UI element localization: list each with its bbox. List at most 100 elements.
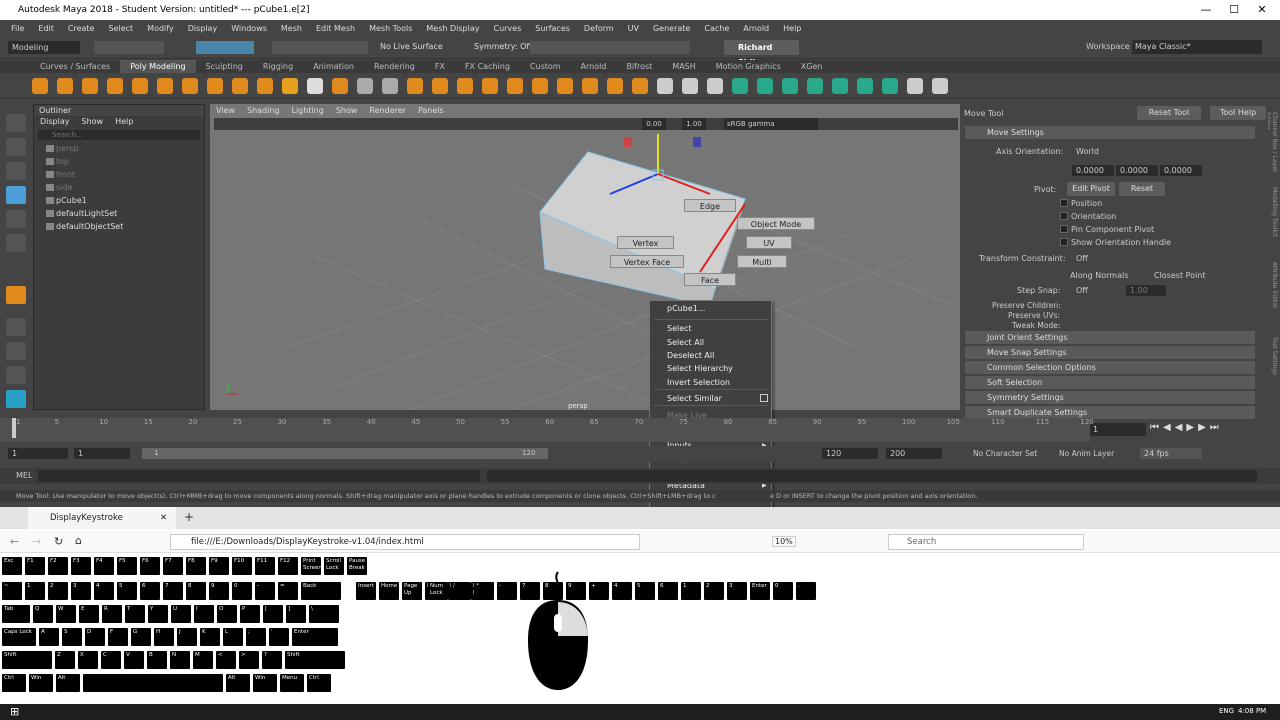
shelf-tool-icon[interactable] <box>507 78 523 94</box>
shelf-tool-icon[interactable] <box>907 78 923 94</box>
menu-item-select[interactable]: Select <box>667 324 692 333</box>
menu-display[interactable]: Display <box>181 24 225 33</box>
playback-controls[interactable]: ⏮◀◀▶▶⏭ <box>1150 422 1276 436</box>
axis-y-field[interactable]: 0.0000 <box>1116 165 1158 176</box>
shelf-tool-icon[interactable] <box>857 78 873 94</box>
browser-tab[interactable]: DisplayKeystroke ✕ <box>28 507 176 529</box>
shelf-tool-icon[interactable] <box>632 78 648 94</box>
home-icon[interactable]: ⌂ <box>75 534 82 547</box>
menu-item-select-hierarchy[interactable]: Select Hierarchy <box>667 364 733 373</box>
layout-four-icon[interactable] <box>6 342 26 360</box>
url-input[interactable]: file:///E:/Downloads/DisplayKeystroke-v1… <box>170 534 640 550</box>
closest-point-radio[interactable]: Closest Point <box>1154 271 1206 280</box>
menu-item-invert-selection[interactable]: Invert Selection <box>667 378 730 387</box>
shelf-tool-icon[interactable] <box>32 78 48 94</box>
axis-z-field[interactable]: 0.0000 <box>1160 165 1202 176</box>
reset-tool-button[interactable]: Reset Tool <box>1137 106 1201 120</box>
shelf-tab-xgen[interactable]: XGen <box>791 60 833 73</box>
menu-modify[interactable]: Modify <box>140 24 181 33</box>
menu-item-select-all[interactable]: Select All <box>667 338 704 347</box>
shelf-tab-curves-surfaces[interactable]: Curves / Surfaces <box>30 60 120 73</box>
menu-edit[interactable]: Edit <box>31 24 61 33</box>
shelf-tool-icon[interactable] <box>657 78 673 94</box>
menu-curves[interactable]: Curves <box>486 24 528 33</box>
shelf-tool-icon[interactable] <box>457 78 473 94</box>
transform-constraint-dropdown[interactable]: Off <box>1072 253 1198 264</box>
close-button[interactable]: ✕ <box>1248 0 1276 20</box>
menu-uv[interactable]: UV <box>621 24 646 33</box>
shelf-tool-icon[interactable] <box>932 78 948 94</box>
playback-start-field[interactable]: 1 <box>74 448 130 459</box>
menu-mesh-display[interactable]: Mesh Display <box>419 24 486 33</box>
playback-end-field[interactable]: 120 <box>822 448 878 459</box>
outliner-item-persp[interactable]: persp <box>34 142 204 155</box>
menu-cache[interactable]: Cache <box>697 24 736 33</box>
anim-start-field[interactable]: 1 <box>8 448 68 459</box>
shelf-tab-fx[interactable]: FX <box>425 60 455 73</box>
step-snap-value[interactable]: 1.00 <box>1126 285 1166 296</box>
mode-dropdown[interactable]: Modeling <box>8 41 80 54</box>
pin-component-checkbox[interactable] <box>1060 225 1068 233</box>
section-soft-selection[interactable]: Soft Selection <box>965 376 1255 389</box>
mel-input[interactable] <box>38 470 480 482</box>
shelf-tool-icon[interactable] <box>332 78 348 94</box>
start-icon[interactable]: ⊞ <box>10 705 19 718</box>
side-tab-attribute-editor[interactable]: Attribute Editor <box>1268 262 1278 332</box>
step-snap-dropdown[interactable]: Off <box>1072 285 1122 296</box>
zoom-indicator[interactable]: 10% <box>772 536 796 547</box>
outliner-item-defaultlightset[interactable]: defaultLightSet <box>34 207 204 220</box>
reload-icon[interactable]: ↻ <box>54 535 63 548</box>
marking-face[interactable]: Face <box>684 273 736 286</box>
axis-orientation-dropdown[interactable]: World <box>1072 146 1198 157</box>
shelf-tab-animation[interactable]: Animation <box>303 60 364 73</box>
shelf-tool-icon[interactable] <box>82 78 98 94</box>
shelf-tool-icon[interactable] <box>207 78 223 94</box>
shelf-tool-icon[interactable] <box>157 78 173 94</box>
shelf-tool-icon[interactable] <box>882 78 898 94</box>
shelf-tool-icon[interactable] <box>382 78 398 94</box>
viewport-menu-view[interactable]: View <box>210 106 241 115</box>
viewport-menu-lighting[interactable]: Lighting <box>285 106 329 115</box>
marking-vertex[interactable]: Vertex <box>617 236 674 249</box>
shelf-tool-icon[interactable] <box>607 78 623 94</box>
far-clip-field[interactable]: 1.00 <box>682 118 706 130</box>
paint-select-icon[interactable] <box>6 162 26 180</box>
show-orientation-checkbox[interactable] <box>1060 238 1068 246</box>
shelf-tab-sculpting[interactable]: Sculpting <box>196 60 253 73</box>
snap-icons[interactable] <box>272 41 368 54</box>
menu-item-deselect-all[interactable]: Deselect All <box>667 351 714 360</box>
shelf-tab-poly-modeling[interactable]: Poly Modeling <box>120 60 196 73</box>
viewport-3d[interactable]: persp <box>210 104 960 410</box>
side-tab-tool-settings[interactable]: Tool Settings <box>1268 337 1278 407</box>
user-account[interactable]: Richard Shil... <box>724 40 799 67</box>
menu-deform[interactable]: Deform <box>577 24 621 33</box>
shelf-tab-arnold[interactable]: Arnold <box>571 60 617 73</box>
side-tab-modelling-toolkit[interactable]: Modelling Toolkit <box>1268 187 1278 257</box>
section-symmetry-settings[interactable]: Symmetry Settings <box>965 391 1255 404</box>
shelf-tool-icon[interactable] <box>832 78 848 94</box>
menu-mesh-tools[interactable]: Mesh Tools <box>362 24 419 33</box>
shelf-tool-icon[interactable] <box>182 78 198 94</box>
plane-handle-red[interactable] <box>624 137 632 147</box>
shelf-tool-icon[interactable] <box>532 78 548 94</box>
new-tab-button[interactable]: + <box>184 510 194 524</box>
shelf-tool-icon[interactable] <box>107 78 123 94</box>
reset-pivot-button[interactable]: Reset <box>1119 182 1165 196</box>
shelf-tool-icon[interactable] <box>557 78 573 94</box>
shelf-tool-icon[interactable] <box>132 78 148 94</box>
live-surface[interactable]: No Live Surface <box>380 42 443 51</box>
shelf-tab-mash[interactable]: MASH <box>662 60 705 73</box>
marking-multi[interactable]: Multi <box>737 255 787 268</box>
shelf-tab-custom[interactable]: Custom <box>520 60 571 73</box>
menu-edit-mesh[interactable]: Edit Mesh <box>309 24 362 33</box>
symmetry-status[interactable]: Symmetry: Off <box>474 42 532 51</box>
current-frame-field[interactable]: 1 <box>1090 423 1146 436</box>
viewport-menu-shading[interactable]: Shading <box>241 106 286 115</box>
axis-x-field[interactable]: 0.0000 <box>1072 165 1114 176</box>
outliner-search-input[interactable]: Search... <box>38 130 200 140</box>
position-checkbox[interactable] <box>1060 199 1068 207</box>
fps-dropdown[interactable]: 24 fps <box>1140 448 1202 459</box>
color-space-dropdown[interactable]: sRGB gamma <box>724 118 818 130</box>
tool-help-button[interactable]: Tool Help <box>1210 106 1266 120</box>
outliner-menu-display[interactable]: Display <box>34 116 76 128</box>
